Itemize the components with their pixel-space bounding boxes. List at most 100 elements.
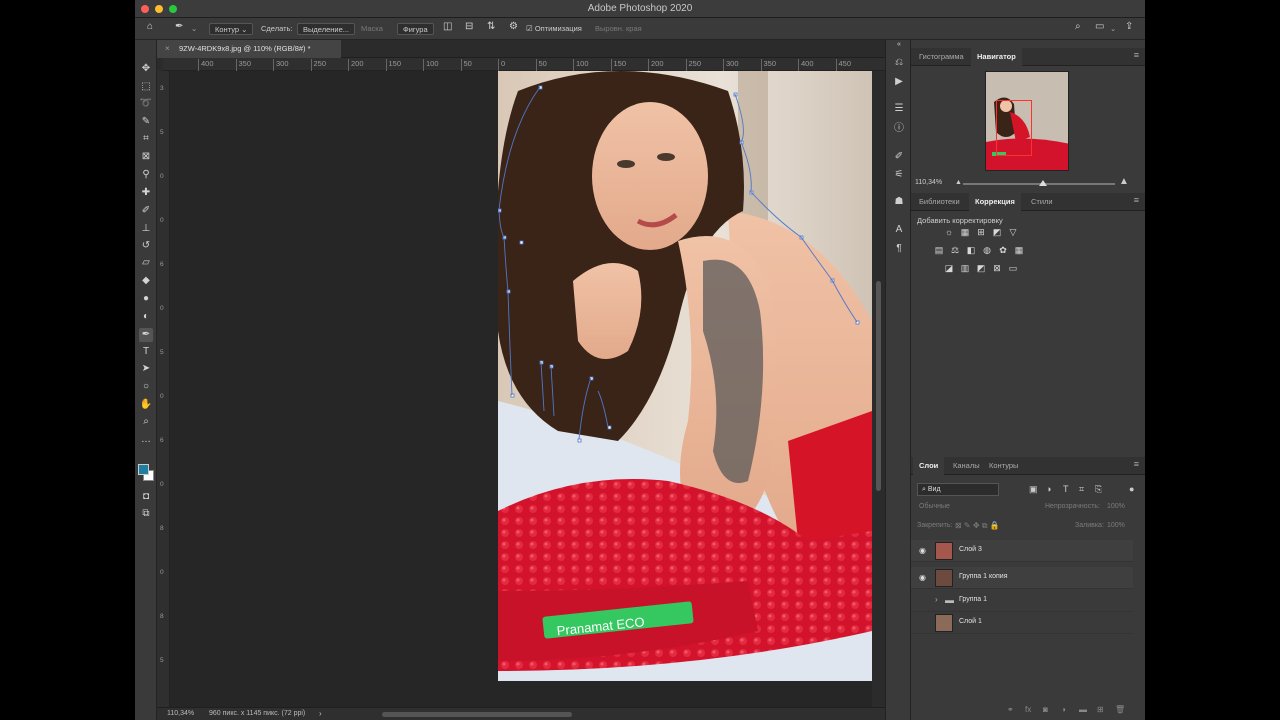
filter-toggle-icon[interactable]: ● [1129, 484, 1134, 494]
workspace-icon[interactable]: ▭ [1095, 21, 1104, 33]
tab-paths[interactable]: Контуры [983, 457, 1024, 475]
crop-tool-icon[interactable]: ⌗ [139, 132, 153, 146]
foreground-color-swatch[interactable] [138, 464, 149, 475]
eye-icon[interactable]: ◉ [919, 546, 926, 555]
fill-value[interactable]: 100% [1107, 522, 1125, 529]
filter-smart-object-icon[interactable]: ⎘ [1095, 484, 1102, 495]
filter-pixel-icon[interactable]: ▣ [1029, 484, 1038, 495]
type-tool-icon[interactable]: T [139, 345, 153, 359]
vertical-ruler[interactable]: 3 5 0 0 6 0 5 0 6 0 8 0 8 5 [157, 71, 170, 707]
history-brush-tool-icon[interactable]: ↺ [139, 239, 153, 253]
path-alignment-icon[interactable]: ⊟ [465, 21, 473, 33]
align-edges-checkbox[interactable]: Выровн. края [595, 23, 642, 35]
tab-libraries[interactable]: Библиотеки [913, 193, 966, 211]
navigator-view-box[interactable] [996, 100, 1032, 156]
selection-button[interactable]: Выделение... [297, 23, 355, 35]
invert-icon[interactable]: ◪ [943, 263, 955, 274]
chevron-down-icon[interactable]: ⌄ [191, 23, 197, 35]
character-panel-icon[interactable]: A [892, 223, 906, 237]
new-adjustment-layer-icon[interactable]: ◑ [1061, 705, 1066, 714]
shape-tool-icon[interactable]: ○ [139, 380, 153, 394]
horizontal-scroll-thumb[interactable] [382, 712, 572, 717]
document-tab[interactable]: × 9ZW-4RDK9x8.jpg @ 110% (RGB/8#) * [157, 40, 341, 58]
panel-menu-icon[interactable]: ≡ [1134, 195, 1139, 205]
brightness-contrast-icon[interactable]: ☼ [943, 227, 955, 238]
vibrance-icon[interactable]: ▽ [1007, 227, 1019, 238]
mask-button[interactable]: Маска [361, 23, 383, 35]
filter-type-icon[interactable]: T [1063, 484, 1069, 494]
paint-bucket-tool-icon[interactable]: ◆ [139, 274, 153, 288]
opacity-value[interactable]: 100% [1107, 503, 1125, 510]
panel-menu-icon[interactable]: ≡ [1134, 459, 1139, 469]
brush-settings-icon[interactable]: ✐ [892, 150, 906, 164]
search-icon[interactable]: ⌕ [1075, 21, 1081, 33]
eye-icon[interactable]: ◉ [919, 573, 926, 582]
gear-icon[interactable]: ⚙ [509, 21, 518, 33]
tab-adjustments[interactable]: Коррекция [969, 193, 1021, 211]
frame-tool-icon[interactable]: ⊠ [139, 150, 153, 164]
layer-filter-select[interactable]: ⌕ Вид [917, 483, 999, 496]
tab-channels[interactable]: Каналы [947, 457, 986, 475]
hand-tool-icon[interactable]: ✋ [139, 398, 153, 412]
quick-mask-icon[interactable]: ◘ [139, 490, 153, 504]
path-mode-select[interactable]: Контур ⌄ [209, 23, 254, 35]
share-icon[interactable]: ⇪ [1125, 21, 1133, 33]
photo-filter-icon[interactable]: ◍ [981, 245, 993, 256]
blur-tool-icon[interactable]: ● [139, 292, 153, 306]
new-group-icon[interactable]: ▬ [1079, 705, 1087, 714]
gradient-map-icon[interactable]: ▭ [1007, 263, 1019, 274]
adjust-panel-icon[interactable]: ⚟ [892, 168, 906, 182]
more-tools-icon[interactable]: … [139, 433, 153, 447]
curves-icon[interactable]: ⊞ [975, 227, 987, 238]
home-icon[interactable]: ⌂ [147, 21, 153, 33]
channel-mixer-icon[interactable]: ✿ [997, 245, 1009, 256]
selective-color-icon[interactable]: ⊠ [991, 263, 1003, 274]
move-tool-icon[interactable]: ✥ [139, 62, 153, 76]
eyedropper-tool-icon[interactable]: ⚲ [139, 168, 153, 182]
link-layers-icon[interactable]: ⚭ [1007, 705, 1014, 714]
brush-tool-icon[interactable]: ✐ [139, 204, 153, 218]
tab-layers[interactable]: Слои [913, 457, 945, 475]
path-arrangement-icon[interactable]: ⇅ [487, 21, 495, 33]
tab-styles[interactable]: Стили [1025, 193, 1059, 211]
tab-navigator[interactable]: Навигатор [971, 48, 1022, 66]
exposure-icon[interactable]: ◩ [991, 227, 1003, 238]
vertical-scroll-thumb[interactable] [876, 281, 881, 491]
new-layer-icon[interactable]: ⊞ [1097, 705, 1104, 714]
zoom-level[interactable]: 110,34% [167, 710, 194, 717]
lock-icons[interactable]: ⊠ ✎ ✥ ⧉ 🔒 [955, 521, 1000, 531]
status-menu-arrow[interactable]: › [319, 709, 322, 718]
zoom-out-icon[interactable]: ▲ [955, 179, 962, 186]
marquee-tool-icon[interactable]: ⬚ [139, 80, 153, 94]
properties-panel-icon[interactable]: ☰ [892, 102, 906, 116]
navigator-zoom-slider[interactable] [963, 180, 1115, 186]
delete-layer-icon[interactable]: 🗑 [1115, 705, 1125, 714]
horizontal-ruler[interactable]: 400 350 300 250 200 150 100 50 0 50 100 150 200 250 30… [163, 58, 885, 71]
people-panel-icon[interactable]: ☗ [892, 195, 906, 209]
color-lookup-icon[interactable]: ▦ [1013, 245, 1025, 256]
zoom-in-icon[interactable]: ▲ [1119, 176, 1129, 187]
add-mask-icon[interactable]: ◙ [1043, 705, 1048, 714]
blend-mode-select[interactable]: Обычные [919, 503, 950, 510]
history-panel-icon[interactable]: ⎌ [892, 56, 906, 70]
healing-brush-tool-icon[interactable]: ✚ [139, 186, 153, 200]
quick-selection-tool-icon[interactable]: ✎ [139, 115, 153, 129]
zoom-slider-knob[interactable] [1039, 180, 1047, 186]
layer-row[interactable]: Слой 1 [911, 612, 1133, 634]
pen-tool-icon[interactable]: ✒ [139, 328, 153, 342]
black-white-icon[interactable]: ◧ [965, 245, 977, 256]
hue-saturation-icon[interactable]: ▤ [933, 245, 945, 256]
close-tab-icon[interactable]: × [165, 40, 170, 58]
chevron-right-icon[interactable]: › [935, 595, 938, 604]
workspace-chevron-icon[interactable]: ⌄ [1110, 23, 1116, 35]
actions-panel-icon[interactable]: ▶ [892, 75, 906, 89]
optimize-checkbox[interactable]: ☑ Оптимизация [526, 23, 582, 35]
posterize-icon[interactable]: ▥ [959, 263, 971, 274]
collapse-icon[interactable]: « [892, 38, 906, 52]
eraser-tool-icon[interactable]: ▱ [139, 256, 153, 270]
pen-tool-preset-icon[interactable]: ✒ [175, 21, 183, 33]
filter-shape-icon[interactable]: ⌗ [1079, 484, 1084, 495]
zoom-tool-icon[interactable]: ⌕ [139, 415, 153, 429]
path-selection-tool-icon[interactable]: ➤ [139, 362, 153, 376]
tab-histogram[interactable]: Гистограмма [913, 48, 970, 66]
